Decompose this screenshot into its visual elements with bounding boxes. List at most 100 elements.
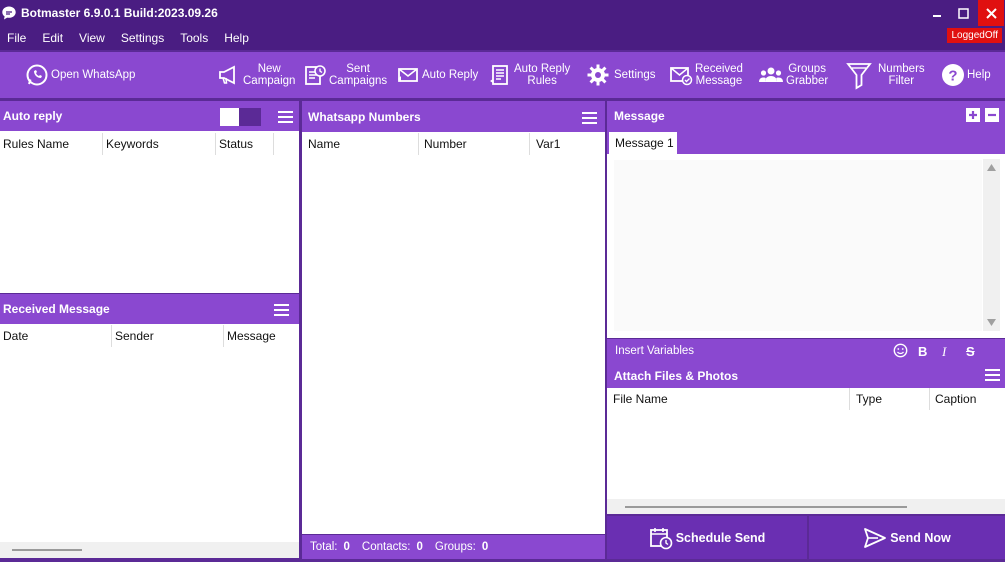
emoji-icon[interactable] <box>893 343 908 358</box>
title-bar: Botmaster 6.9.0.1 Build:2023.09.26 <box>0 0 1005 26</box>
help-question-icon: ? <box>942 64 964 86</box>
schedule-send-button[interactable]: Schedule Send <box>607 516 807 559</box>
close-icon <box>985 7 997 19</box>
settings-button[interactable]: Settings <box>586 52 656 98</box>
gear-icon <box>587 64 609 86</box>
attach-columns: File Name Type Caption <box>607 388 1005 410</box>
groups-grabber-button[interactable]: Groups Grabber <box>758 52 828 98</box>
minimize-button[interactable] <box>924 0 950 26</box>
send-now-button[interactable]: Send Now <box>809 516 1005 559</box>
svg-text:?: ? <box>948 68 957 85</box>
received-message-menu-icon[interactable] <box>274 304 289 316</box>
message-textarea[interactable] <box>614 160 982 331</box>
numbers-panel-header: Whatsapp Numbers <box>302 101 605 132</box>
whatsapp-icon <box>26 64 48 86</box>
strike-button[interactable]: S <box>966 344 975 359</box>
column-file-name[interactable]: File Name <box>607 388 850 410</box>
contacts-count: 0 <box>416 541 423 553</box>
bold-button[interactable]: B <box>918 344 927 359</box>
groups-grabber-label-2: Grabber <box>786 75 829 87</box>
new-campaign-label-1: New <box>257 63 281 75</box>
maximize-button[interactable] <box>950 0 976 26</box>
sent-campaigns-icon <box>305 65 326 85</box>
column-message[interactable]: Message <box>224 325 284 347</box>
numbers-menu-icon[interactable] <box>582 112 597 124</box>
menu-bar: File Edit View Settings Tools Help <box>0 26 1005 50</box>
megaphone-icon <box>219 65 235 85</box>
numbers-title: Whatsapp Numbers <box>308 109 421 124</box>
send-now-label: Send Now <box>890 530 951 545</box>
groups-grabber-label-1: Groups <box>788 63 826 75</box>
help-button[interactable]: ? Help <box>941 52 991 98</box>
calendar-clock-icon <box>649 527 672 549</box>
auto-reply-rules-label-2: Rules <box>527 75 557 87</box>
received-envelope-icon <box>670 67 693 86</box>
sent-campaigns-label-2: Campaigns <box>329 75 388 87</box>
auto-reply-toggle[interactable] <box>220 108 261 126</box>
numbers-table <box>302 132 605 534</box>
menu-edit[interactable]: Edit <box>35 31 70 45</box>
total-label: Total: <box>310 541 338 553</box>
column-keywords[interactable]: Keywords <box>103 133 216 155</box>
send-arrow-icon <box>864 527 887 548</box>
menu-tools[interactable]: Tools <box>173 31 215 45</box>
menu-view[interactable]: View <box>72 31 112 45</box>
numbers-columns: Name Number Var1 <box>302 133 600 155</box>
menu-help[interactable]: Help <box>217 31 256 45</box>
message-vertical-scrollbar[interactable] <box>983 159 1000 331</box>
column-date[interactable]: Date <box>0 325 112 347</box>
auto-reply-table <box>0 131 299 293</box>
open-whatsapp-button[interactable]: Open WhatsApp <box>25 52 135 98</box>
attach-title: Attach Files & Photos <box>614 368 739 383</box>
auto-reply-menu-icon[interactable] <box>278 111 293 123</box>
received-message-title: Received Message <box>3 302 110 316</box>
help-label: Help <box>967 69 991 81</box>
auto-reply-button[interactable]: Auto Reply <box>396 52 478 98</box>
open-whatsapp-label: Open WhatsApp <box>51 69 136 81</box>
new-campaign-button[interactable]: New Campaign <box>217 52 295 98</box>
settings-label: Settings <box>614 69 656 81</box>
auto-reply-label: Auto Reply <box>422 69 479 81</box>
menu-file[interactable]: File <box>0 31 33 45</box>
close-button[interactable] <box>978 0 1004 26</box>
column-sender[interactable]: Sender <box>112 325 224 347</box>
numbers-filter-label-1: Numbers <box>878 63 925 75</box>
total-count: 0 <box>343 541 350 553</box>
remove-message-icon[interactable] <box>985 108 999 122</box>
column-var1[interactable]: Var1 <box>530 133 600 155</box>
column-name[interactable]: Name <box>302 133 419 155</box>
group-users-icon <box>759 67 783 82</box>
numbers-filter-label-2: Filter <box>888 75 915 87</box>
contacts-label: Contacts: <box>361 541 411 553</box>
sent-campaigns-button[interactable]: Sent Campaigns <box>303 52 387 98</box>
auto-reply-columns: Rules Name Keywords Status <box>0 133 274 155</box>
column-status[interactable]: Status <box>216 133 274 155</box>
message-title: Message <box>614 109 665 123</box>
toolbar: Open WhatsApp New Campaign Sent Campaigns … <box>0 52 1005 98</box>
auto-reply-rules-button[interactable]: Auto Reply Rules <box>488 52 570 98</box>
received-message-columns: Date Sender Message <box>0 325 284 347</box>
column-caption[interactable]: Caption <box>930 388 1005 410</box>
numbers-filter-button[interactable]: Numbers Filter <box>846 52 925 98</box>
groups-count: 0 <box>481 541 489 553</box>
menu-settings[interactable]: Settings <box>114 31 171 45</box>
rules-document-icon <box>490 65 508 85</box>
column-type[interactable]: Type <box>850 388 930 410</box>
insert-variables-link[interactable]: Insert Variables <box>615 345 694 357</box>
column-rules-name[interactable]: Rules Name <box>0 133 103 155</box>
column-number[interactable]: Number <box>419 133 530 155</box>
scroll-up-icon[interactable] <box>987 164 996 171</box>
auto-reply-title: Auto reply <box>3 109 63 123</box>
groups-label: Groups: <box>434 541 476 553</box>
attach-menu-icon[interactable] <box>985 369 1000 381</box>
add-message-icon[interactable] <box>966 108 980 122</box>
italic-button[interactable]: I <box>942 344 946 360</box>
received-message-button[interactable]: Received Message <box>669 52 743 98</box>
auto-reply-rules-label-1: Auto Reply <box>514 63 571 75</box>
received-message-scrollbar[interactable] <box>12 549 82 551</box>
message-panel-header: Message <box>607 101 1005 131</box>
scroll-down-icon[interactable] <box>987 319 996 326</box>
new-campaign-label-2: Campaign <box>243 75 296 87</box>
tab-message-1[interactable]: Message 1 <box>609 132 677 154</box>
attach-scrollbar[interactable] <box>625 506 907 508</box>
